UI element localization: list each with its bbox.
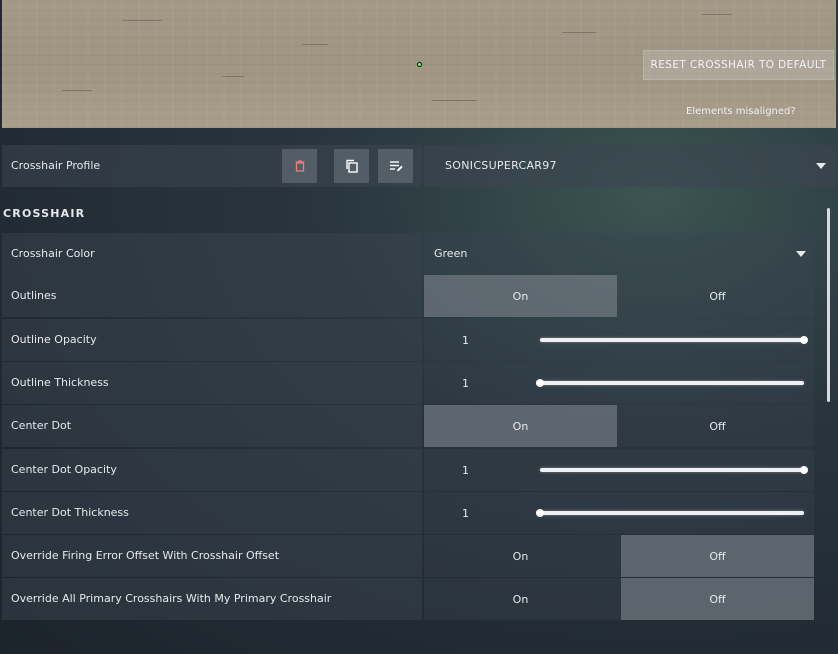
setting-outline-opacity: Outline Opacity 1: [2, 319, 814, 361]
profile-select[interactable]: SONICSUPERCAR97: [424, 145, 836, 187]
setting-label-box: Override All Primary Crosshairs With My …: [2, 578, 422, 620]
texture-line: [562, 32, 596, 33]
setting-label-box: Crosshair Color: [2, 233, 422, 275]
center-dot-opacity-slider[interactable]: [540, 466, 808, 474]
center-dot-opacity-value[interactable]: 1: [462, 464, 469, 477]
setting-label: Center Dot: [11, 419, 72, 432]
slider-thumb[interactable]: [800, 336, 808, 344]
crosshair-profile-row: Crosshair Profile SONICSUPERCAR97: [2, 145, 836, 187]
setting-crosshair-color: Crosshair Color Green: [2, 233, 814, 275]
setting-label: Center Dot Opacity: [11, 463, 117, 476]
texture-line: [62, 90, 92, 91]
rename-icon: [389, 161, 403, 172]
outline-opacity-slider[interactable]: [540, 336, 808, 344]
override-primary-on-button[interactable]: On: [424, 578, 617, 620]
center-dot-thickness-value[interactable]: 1: [462, 507, 469, 520]
setting-label-box: Outline Opacity: [2, 319, 422, 361]
setting-label-box: Outline Thickness: [2, 362, 422, 404]
setting-label: Crosshair Color: [11, 247, 95, 260]
outlines-on-button[interactable]: On: [424, 275, 617, 317]
setting-label: Outline Opacity: [11, 333, 97, 346]
copy-profile-button[interactable]: [334, 149, 369, 183]
trash-icon: [295, 160, 304, 172]
setting-outlines: Outlines On Off: [2, 275, 814, 317]
setting-label: Center Dot Thickness: [11, 506, 129, 519]
setting-label: Override Firing Error Offset With Crossh…: [11, 549, 280, 562]
delete-profile-button[interactable]: [282, 149, 317, 183]
setting-label-box: Override Firing Error Offset With Crossh…: [2, 535, 422, 577]
setting-label: Outlines: [11, 289, 57, 302]
slider-thumb[interactable]: [800, 466, 808, 474]
scrollbar[interactable]: [827, 208, 830, 402]
setting-center-dot-thickness: Center Dot Thickness 1: [2, 492, 814, 534]
slider-thumb[interactable]: [536, 509, 544, 517]
setting-label-box: Center Dot: [2, 405, 422, 447]
center-dot-thickness-slider[interactable]: [536, 509, 804, 517]
crosshair-preview: RESET CROSSHAIR TO DEFAULT Elements misa…: [2, 0, 836, 128]
override-primary-toggle: On Off: [424, 578, 814, 620]
outlines-toggle: On Off: [424, 275, 814, 317]
rename-profile-button[interactable]: [378, 149, 413, 183]
setting-label: Outline Thickness: [11, 376, 109, 389]
center-dot-off-button[interactable]: Off: [621, 405, 814, 447]
override-firing-error-toggle: On Off: [424, 535, 814, 577]
texture-line: [702, 14, 732, 15]
outline-opacity-value[interactable]: 1: [462, 334, 469, 347]
texture-line: [122, 20, 162, 21]
setting-label-box: Outlines: [2, 275, 422, 317]
profile-label-box: Crosshair Profile: [2, 145, 422, 187]
profile-label: Crosshair Profile: [11, 159, 101, 172]
setting-center-dot-opacity: Center Dot Opacity 1: [2, 449, 814, 491]
setting-label-box: Center Dot Opacity: [2, 449, 422, 491]
override-primary-off-button[interactable]: Off: [621, 578, 814, 620]
texture-line: [222, 76, 244, 77]
setting-override-firing-error: Override Firing Error Offset With Crossh…: [2, 535, 814, 577]
profile-select-value: SONICSUPERCAR97: [445, 159, 557, 172]
center-dot-opacity-control: 1: [424, 449, 814, 491]
texture-line: [302, 44, 328, 45]
center-dot-toggle: On Off: [424, 405, 814, 447]
section-title: CROSSHAIR: [3, 207, 86, 220]
texture-line: [432, 100, 476, 101]
crosshair-color-value: Green: [434, 247, 468, 260]
crosshair-center-dot: [417, 62, 422, 67]
override-firing-error-on-button[interactable]: On: [424, 535, 617, 577]
crosshair-color-select[interactable]: Green: [424, 233, 814, 275]
slider-thumb[interactable]: [536, 379, 544, 387]
copy-icon: [345, 159, 358, 173]
setting-label: Override All Primary Crosshairs With My …: [11, 592, 332, 605]
center-dot-on-button[interactable]: On: [424, 405, 617, 447]
setting-label-box: Center Dot Thickness: [2, 492, 422, 534]
outline-thickness-value[interactable]: 1: [462, 377, 469, 390]
override-firing-error-off-button[interactable]: Off: [621, 535, 814, 577]
outlines-off-button[interactable]: Off: [621, 275, 814, 317]
outline-opacity-control: 1: [424, 319, 814, 361]
chevron-down-icon: [796, 251, 806, 257]
chevron-down-icon: [816, 163, 826, 169]
setting-center-dot: Center Dot On Off: [2, 405, 814, 447]
setting-override-primary: Override All Primary Crosshairs With My …: [2, 578, 814, 620]
setting-outline-thickness: Outline Thickness 1: [2, 362, 814, 404]
center-dot-thickness-control: 1: [424, 492, 814, 534]
elements-misaligned-link[interactable]: Elements misaligned?: [686, 106, 796, 117]
outline-thickness-slider[interactable]: [536, 379, 804, 387]
outline-thickness-control: 1: [424, 362, 814, 404]
reset-crosshair-button[interactable]: RESET CROSSHAIR TO DEFAULT: [643, 50, 834, 80]
